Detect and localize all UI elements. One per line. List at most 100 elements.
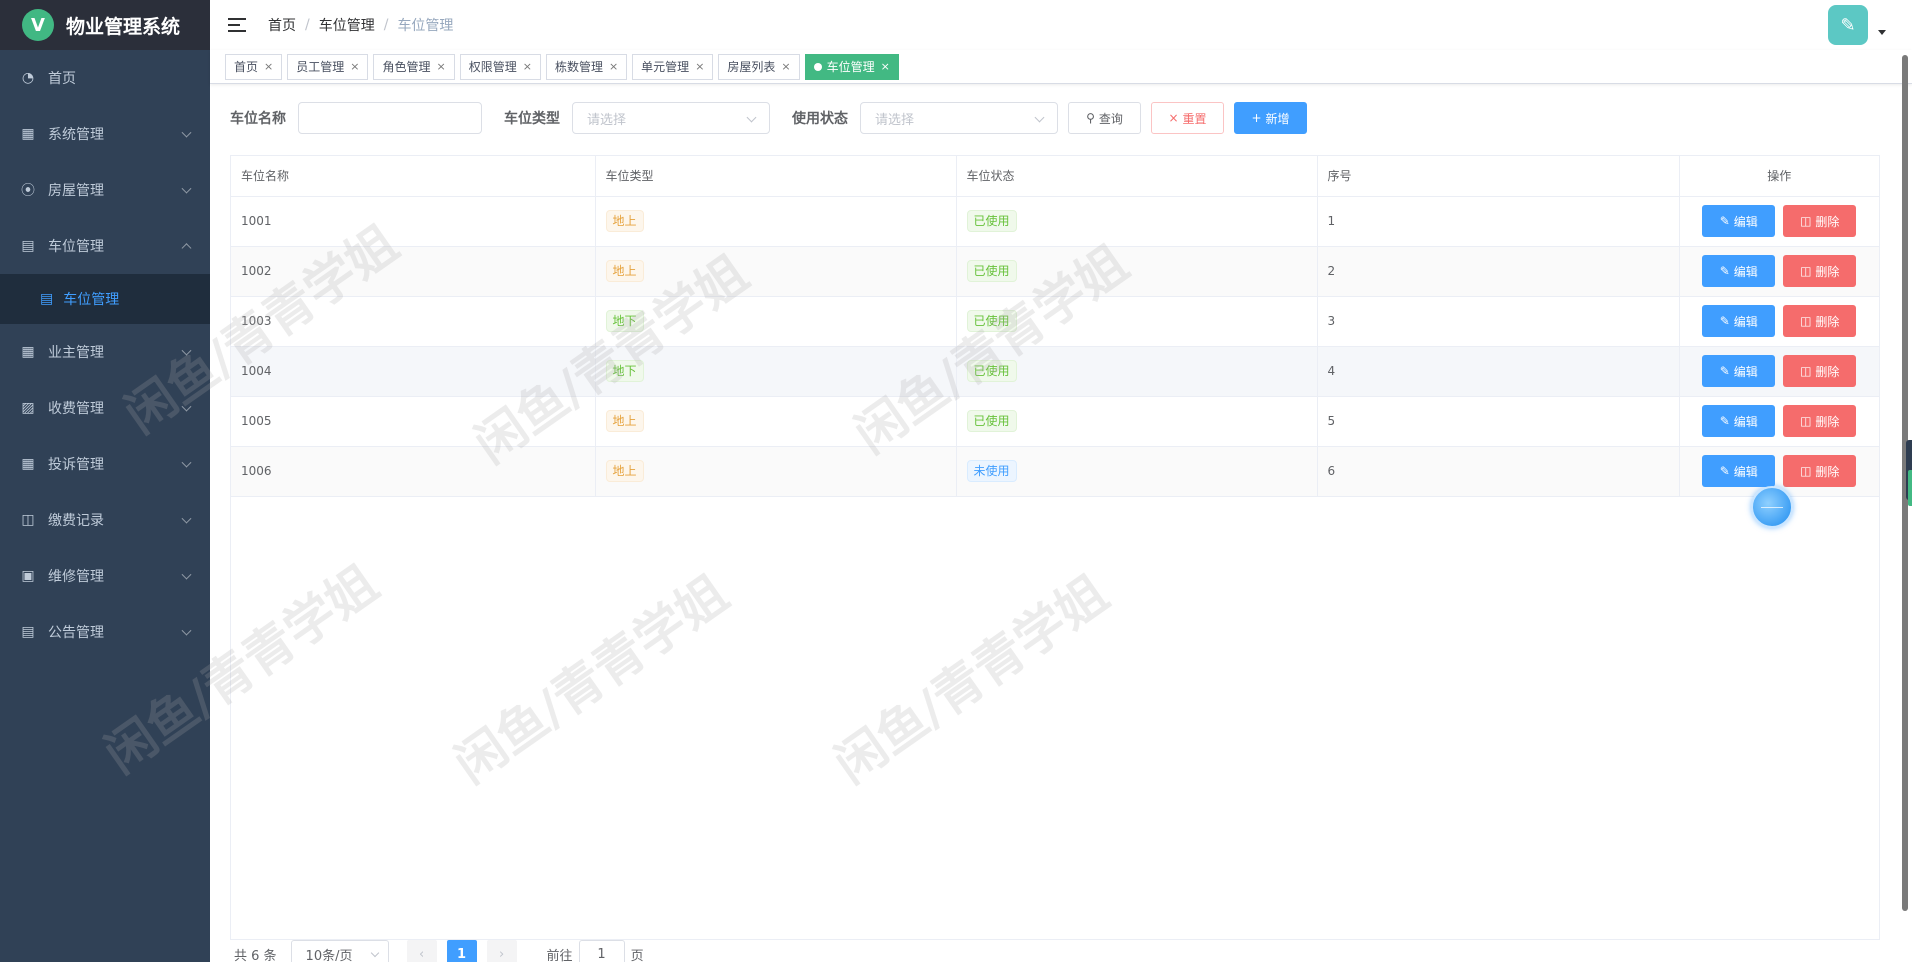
close-icon[interactable]: × — [609, 60, 618, 73]
cell-type: 地下 — [595, 346, 957, 397]
parking-name-input[interactable] — [298, 102, 482, 134]
parking-type-select[interactable]: 请选择 — [572, 102, 770, 134]
parking-icon: ▤ — [40, 291, 54, 307]
chevron-down-icon — [181, 401, 192, 412]
close-icon[interactable]: × — [523, 60, 532, 73]
edit-button[interactable]: ✎ 编辑 — [1702, 305, 1776, 337]
goto-page-input[interactable]: 1 — [578, 940, 625, 962]
tag-role[interactable]: 角色管理 × — [373, 53, 455, 80]
reset-button-label: 重置 — [1182, 111, 1207, 126]
tag-house-list[interactable]: 房屋列表 × — [718, 53, 800, 80]
delete-button[interactable]: ◫ 删除 — [1783, 455, 1857, 487]
sidebar-item-notice[interactable]: ▤ 公告管理 — [0, 604, 210, 660]
sidebar-item-house[interactable]: ⦿ 房屋管理 — [0, 162, 210, 218]
cell-status: 已使用 — [956, 246, 1318, 297]
reset-button[interactable]: × 重置 — [1151, 102, 1224, 134]
cell-seq: 2 — [1317, 246, 1680, 297]
type-tag: 地上 — [605, 410, 644, 432]
next-page-button[interactable]: › — [486, 940, 517, 962]
table-row[interactable]: 1004 地下 已使用 4 ✎ 编辑 ◫ 删除 — [231, 346, 1879, 397]
sidebar-item-payment-record[interactable]: ◫ 缴费记录 — [0, 492, 210, 548]
sidebar-item-parking[interactable]: ▤ 车位管理 — [0, 218, 210, 274]
edit-button[interactable]: ✎ 编辑 — [1702, 205, 1776, 237]
sidebar-item-fee[interactable]: ▨ 收费管理 — [0, 380, 210, 436]
delete-button[interactable]: ◫ 删除 — [1783, 255, 1857, 287]
table-row[interactable]: 1006 地上 未使用 6 ✎ 编辑 ◫ 删除 — [231, 446, 1879, 497]
edit-button-label: 编辑 — [1733, 464, 1758, 479]
sidebar-item-home[interactable]: ◔ 首页 — [0, 50, 210, 106]
add-button[interactable]: + 新增 — [1234, 102, 1307, 134]
breadcrumb-separator: / — [383, 17, 389, 33]
close-icon[interactable]: × — [350, 60, 359, 73]
edit-button[interactable]: ✎ 编辑 — [1702, 255, 1776, 287]
page-number-current[interactable]: 1 — [446, 940, 477, 962]
cell-name: 1003 — [231, 296, 596, 347]
sidebar: V 物业管理系统 ◔ 首页 ▦ 系统管理 ⦿ 房屋管理 ▤ 车位管理 ▤ 车位管… — [0, 0, 210, 962]
edit-button[interactable]: ✎ 编辑 — [1702, 355, 1776, 387]
edit-icon: ✎ — [1719, 214, 1730, 228]
tag-home[interactable]: 首页 × — [225, 53, 283, 80]
close-icon[interactable]: × — [881, 60, 890, 73]
usage-status-select[interactable]: 请选择 — [860, 102, 1058, 134]
table-row[interactable]: 1005 地上 已使用 5 ✎ 编辑 ◫ 删除 — [231, 396, 1879, 447]
breadcrumb-item[interactable]: 车位管理 — [319, 15, 375, 35]
cell-type: 地上 — [595, 246, 957, 297]
table-row[interactable]: 1002 地上 已使用 2 ✎ 编辑 ◫ 删除 — [231, 246, 1879, 297]
pagination: 共 6 条 10条/页 ‹ 1 › 前往 1 页 — [234, 940, 644, 962]
close-icon[interactable]: × — [695, 60, 704, 73]
close-icon[interactable]: × — [436, 60, 445, 73]
status-tag: 已使用 — [966, 260, 1017, 282]
cell-status: 已使用 — [956, 396, 1318, 447]
column-header: 操作 — [1679, 156, 1879, 197]
sidebar-subitem-label: 车位管理 — [63, 292, 120, 308]
cell-seq: 1 — [1317, 196, 1680, 247]
breadcrumb-separator: / — [305, 17, 310, 33]
close-icon[interactable]: × — [264, 60, 273, 73]
trash-icon: ◫ — [1800, 464, 1812, 478]
edit-button[interactable]: ✎ 编辑 — [1702, 455, 1776, 487]
tag-building[interactable]: 栋数管理 × — [545, 53, 628, 80]
sidebar-item-repair[interactable]: ▣ 维修管理 — [0, 548, 210, 604]
tag-staff[interactable]: 员工管理 × — [287, 53, 369, 80]
caret-down-icon[interactable] — [1878, 30, 1886, 35]
delete-button-label: 删除 — [1815, 414, 1840, 429]
delete-button[interactable]: ◫ 删除 — [1783, 305, 1857, 337]
status-tag: 已使用 — [966, 210, 1017, 232]
edit-button-label: 编辑 — [1733, 264, 1758, 279]
sidebar-item-system[interactable]: ▦ 系统管理 — [0, 106, 210, 162]
edit-button[interactable]: ✎ 编辑 — [1702, 405, 1776, 437]
cell-seq: 6 — [1317, 446, 1680, 497]
status-tag: 已使用 — [966, 410, 1017, 432]
tag-parking-active[interactable]: 车位管理 × — [804, 53, 899, 80]
tag-permission[interactable]: 权限管理 × — [459, 53, 541, 80]
cell-type: 地下 — [595, 296, 957, 347]
avatar[interactable]: ✎ — [1828, 5, 1868, 45]
chevron-down-icon — [370, 948, 379, 958]
chevron-down-icon — [746, 112, 757, 123]
page-size-select[interactable]: 10条/页 — [290, 940, 389, 962]
table-row[interactable]: 1003 地下 已使用 3 ✎ 编辑 ◫ 删除 — [231, 296, 1879, 347]
sidebar-item-complaint[interactable]: ▦ 投诉管理 — [0, 436, 210, 492]
sidebar-subitem-parking[interactable]: ▤ 车位管理 — [0, 274, 210, 324]
main-area: 首页 / 车位管理 / 车位管理 ✎ 首页 × 员工管理 × 角色管理 × 权限管理 ×… — [94, 0, 1912, 962]
edit-button-label: 编辑 — [1733, 414, 1758, 429]
prev-page-button[interactable]: ‹ — [406, 940, 437, 962]
hamburger-icon[interactable] — [228, 18, 246, 32]
delete-button-label: 删除 — [1815, 314, 1840, 329]
delete-button-label: 删除 — [1815, 264, 1840, 279]
tag-unit[interactable]: 单元管理 × — [632, 53, 714, 80]
search-button[interactable]: ⚲ 查询 — [1068, 102, 1141, 134]
delete-button[interactable]: ◫ 删除 — [1783, 355, 1857, 387]
breadcrumb-item[interactable]: 首页 — [268, 15, 296, 35]
delete-button[interactable]: ◫ 删除 — [1783, 405, 1857, 437]
edit-icon: ✎ — [1719, 464, 1730, 478]
delete-button[interactable]: ◫ 删除 — [1783, 205, 1857, 237]
table-row[interactable]: 1001 地上 已使用 1 ✎ 编辑 ◫ 删除 — [231, 196, 1879, 247]
side-handle-accent[interactable] — [1908, 470, 1912, 506]
logo[interactable]: V 物业管理系统 — [0, 0, 210, 50]
sidebar-item-owner[interactable]: ▦ 业主管理 — [0, 324, 210, 380]
floating-assistant-icon[interactable] — [1751, 486, 1793, 528]
cell-actions: ✎ 编辑 ◫ 删除 — [1679, 396, 1879, 447]
cell-status: 已使用 — [956, 346, 1318, 397]
close-icon[interactable]: × — [781, 60, 790, 73]
